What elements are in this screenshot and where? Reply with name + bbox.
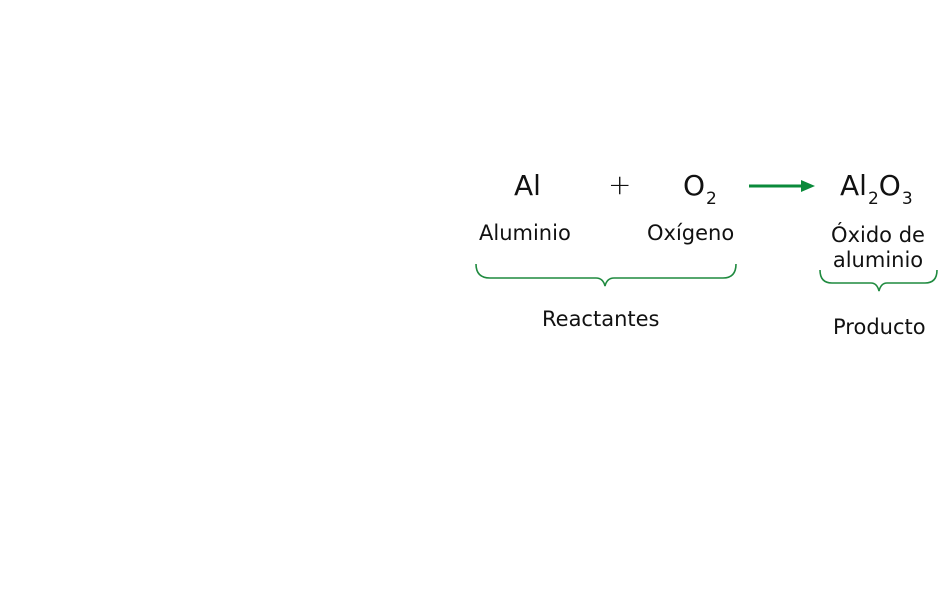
aluminum-name-label: Aluminio <box>479 221 571 245</box>
product-aluminum-oxide-formula: Al2O3 <box>840 169 913 208</box>
product-aluminum-symbol: Al <box>840 169 867 202</box>
plus-operator: + <box>608 168 632 201</box>
aluminum-symbol: Al <box>514 169 541 202</box>
product-group-label: Producto <box>833 315 926 339</box>
reactants-brace <box>475 263 737 287</box>
oxygen-symbol: O <box>683 169 706 202</box>
product-name-label: Óxido de aluminio <box>818 223 938 273</box>
oxygen-subscript: 2 <box>706 189 717 209</box>
diagram-canvas <box>475 180 938 292</box>
product-oxygen-subscript: 3 <box>901 189 913 209</box>
product-aluminum-subscript: 2 <box>867 189 879 209</box>
product-oxygen-symbol: O <box>878 169 901 202</box>
reactant-aluminum-formula: Al <box>514 172 541 200</box>
reactants-group-label: Reactantes <box>542 307 660 331</box>
oxygen-name-label: Oxígeno <box>647 221 735 245</box>
reaction-arrow <box>749 180 815 192</box>
product-name-line1: Óxido de <box>831 223 925 247</box>
product-name-line2: aluminio <box>832 248 924 273</box>
reactant-oxygen-formula: O2 <box>683 169 717 208</box>
